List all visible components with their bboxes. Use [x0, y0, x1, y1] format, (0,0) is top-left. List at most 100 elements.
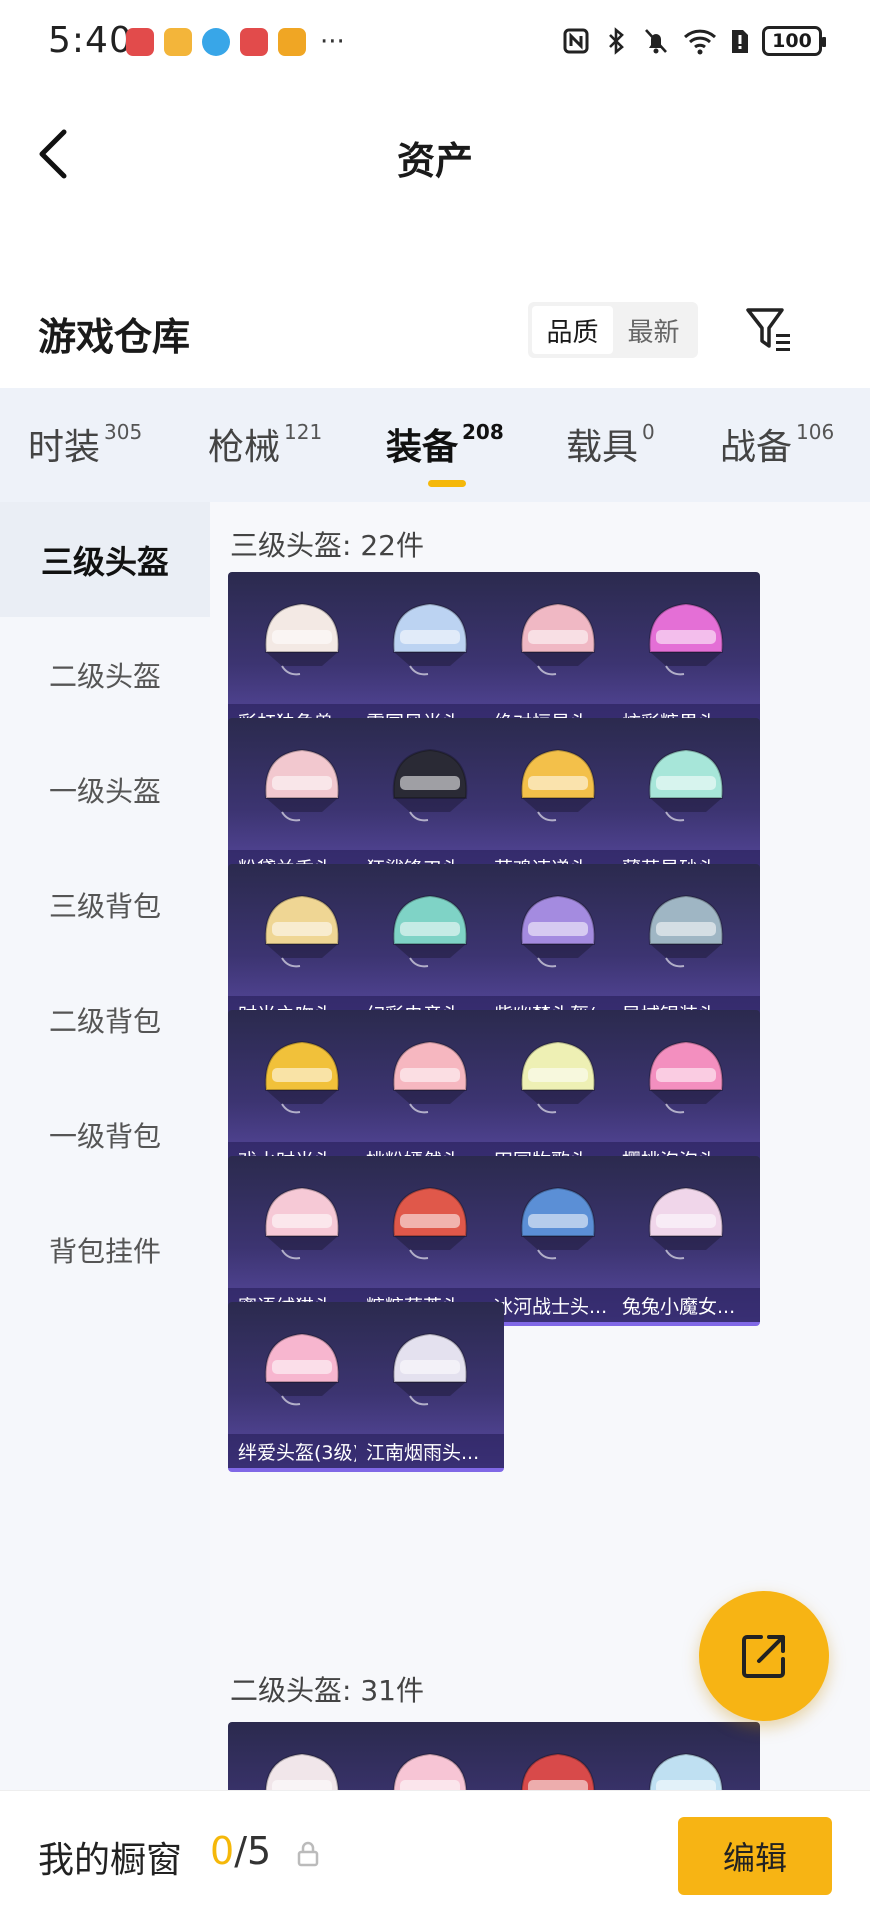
helmet-icon	[520, 602, 596, 676]
tab-label: 战备	[720, 427, 793, 468]
item-card[interactable]: 桃粉嫣然头...	[356, 1010, 504, 1180]
warehouse-title: 游戏仓库	[38, 315, 191, 359]
helmet-icon	[264, 1332, 340, 1406]
share-icon	[742, 1635, 785, 1678]
helmet-icon	[648, 602, 724, 676]
sidebar-item-level1-backpack[interactable]: 一级背包	[0, 1077, 210, 1192]
header: 资产	[0, 84, 870, 224]
helmet-icon	[392, 748, 468, 822]
tab-equipment[interactable]: 装备 208	[386, 418, 504, 470]
item-card[interactable]: 兔兔小魔女...	[612, 1156, 760, 1326]
item-card[interactable]: 蜜语绒猫头...	[228, 1156, 376, 1326]
helmet-icon	[392, 1040, 468, 1114]
section-title: 二级头盔: 31件	[230, 1674, 424, 1707]
helmet-icon	[520, 1186, 596, 1260]
sidebar-item-level2-helmet[interactable]: 二级头盔	[0, 617, 210, 732]
tab-count: 208	[462, 420, 504, 444]
item-card[interactable]: 雪国风尚头...	[356, 572, 504, 742]
nfc-icon	[563, 28, 589, 54]
helmet-icon	[264, 894, 340, 968]
sidebar: 三级头盔 二级头盔 一级头盔 三级背包 二级背包 一级背包 背包挂件	[0, 502, 210, 1790]
helmet-icon	[392, 1332, 468, 1406]
sidebar-item-level1-helmet[interactable]: 一级头盔	[0, 732, 210, 847]
item-card[interactable]: 幻彩电音头...	[356, 864, 504, 1034]
helmet-icon	[392, 1752, 468, 1790]
sidebar-item-level3-backpack[interactable]: 三级背包	[0, 847, 210, 962]
tab-gear[interactable]: 战备 106	[720, 418, 834, 470]
mute-icon	[645, 29, 667, 54]
item-card-label: 兔兔小魔女...	[612, 1288, 760, 1322]
tab-vehicles[interactable]: 载具 0	[566, 418, 655, 470]
item-card[interactable]: 江南烟雨头...	[356, 1302, 504, 1472]
item-card[interactable]: 薄荷星砂头...	[612, 718, 760, 888]
helmet-icon	[264, 1186, 340, 1260]
showcase-bar: 我的橱窗 0/5 编辑	[0, 1790, 870, 1920]
showcase-label: 我的橱窗	[38, 1840, 183, 1881]
tab-label: 装备	[386, 427, 459, 468]
sim-alert-icon	[732, 30, 748, 53]
status-bar: 5:40 ··· 100	[0, 0, 870, 84]
sort-toggle: 品质 最新	[528, 302, 698, 358]
tab-fashion[interactable]: 时装 305	[28, 418, 142, 470]
item-card-label: 冰河战士头...	[484, 1288, 632, 1322]
item-card[interactable]: 樱桃泡泡头...	[612, 1010, 760, 1180]
helmet-icon	[264, 748, 340, 822]
sort-newest-button[interactable]: 最新	[613, 306, 694, 354]
battery-indicator: 100	[762, 26, 826, 56]
sidebar-item-backpack-charm[interactable]: 背包挂件	[0, 1192, 210, 1307]
showcase-count: 0/5	[210, 1829, 271, 1873]
item-card[interactable]: 冰河战士头...	[484, 1156, 632, 1326]
page-title: 资产	[396, 139, 473, 183]
helmet-icon	[392, 894, 468, 968]
share-button[interactable]	[699, 1591, 829, 1721]
tab-count: 121	[284, 420, 323, 444]
item-card-label: 江南烟雨头...	[356, 1434, 504, 1468]
tab-label: 载具	[566, 427, 639, 468]
helmet-icon	[648, 748, 724, 822]
item-card[interactable]: 糖糖葫芦头...	[356, 1156, 504, 1326]
app-notification-icon	[126, 28, 154, 56]
tab-weapons[interactable]: 枪械 121	[208, 418, 322, 470]
item-card[interactable]	[228, 1722, 376, 1790]
helmet-icon	[648, 894, 724, 968]
helmet-icon	[264, 602, 340, 676]
section-title: 三级头盔: 22件	[230, 529, 424, 562]
edit-button[interactable]: 编辑	[678, 1817, 832, 1895]
item-card[interactable]: 粉黛兰香头...	[228, 718, 376, 888]
item-card[interactable]: 彩虹独角兽...	[228, 572, 376, 742]
item-card[interactable]	[356, 1722, 504, 1790]
item-card[interactable]: 绊爱头盔(3级)	[228, 1302, 376, 1472]
item-card[interactable]: 绝对恒星头...	[484, 572, 632, 742]
tab-count: 0	[642, 420, 655, 444]
item-card[interactable]: 狂鲨锋刃头...	[356, 718, 504, 888]
helmet-icon	[264, 1752, 340, 1790]
helmet-icon	[648, 1752, 724, 1790]
filter-icon[interactable]	[744, 302, 796, 358]
category-tabs: 时装 305 枪械 121 装备 208 载具 0 战备 106	[0, 388, 870, 502]
item-card[interactable]: 异域银装头...	[612, 864, 760, 1034]
item-card-label: 绊爱头盔(3级)	[228, 1434, 376, 1468]
item-card[interactable]: 萌鸡速递头...	[484, 718, 632, 888]
item-card[interactable]: 紫幽梦头盔(...	[484, 864, 632, 1034]
item-card[interactable]: 戏水时光头...	[228, 1010, 376, 1180]
item-card[interactable]	[612, 1722, 760, 1790]
showcase-count-total: /5	[234, 1829, 272, 1873]
sort-quality-button[interactable]: 品质	[532, 306, 613, 354]
mail-notification-icon	[164, 28, 192, 56]
helmet-icon	[392, 602, 468, 676]
bluetooth-icon	[609, 27, 624, 55]
more-notifications-icon: ···	[320, 27, 345, 57]
item-card[interactable]: 田园牧歌头...	[484, 1010, 632, 1180]
tab-label: 枪械	[208, 427, 281, 468]
item-card[interactable]	[484, 1722, 632, 1790]
helmet-icon	[264, 1040, 340, 1114]
tab-label: 时装	[28, 427, 101, 468]
browser-notification-icon	[202, 28, 230, 56]
item-card[interactable]: 炫彩糖果头...	[612, 572, 760, 742]
active-tab-indicator	[428, 480, 466, 487]
item-card[interactable]: 时光之吻头...	[228, 864, 376, 1034]
sidebar-item-level3-helmet[interactable]: 三级头盔	[0, 502, 210, 617]
sidebar-item-level2-backpack[interactable]: 二级背包	[0, 962, 210, 1077]
helmet-icon	[520, 748, 596, 822]
wifi-icon	[683, 29, 717, 55]
